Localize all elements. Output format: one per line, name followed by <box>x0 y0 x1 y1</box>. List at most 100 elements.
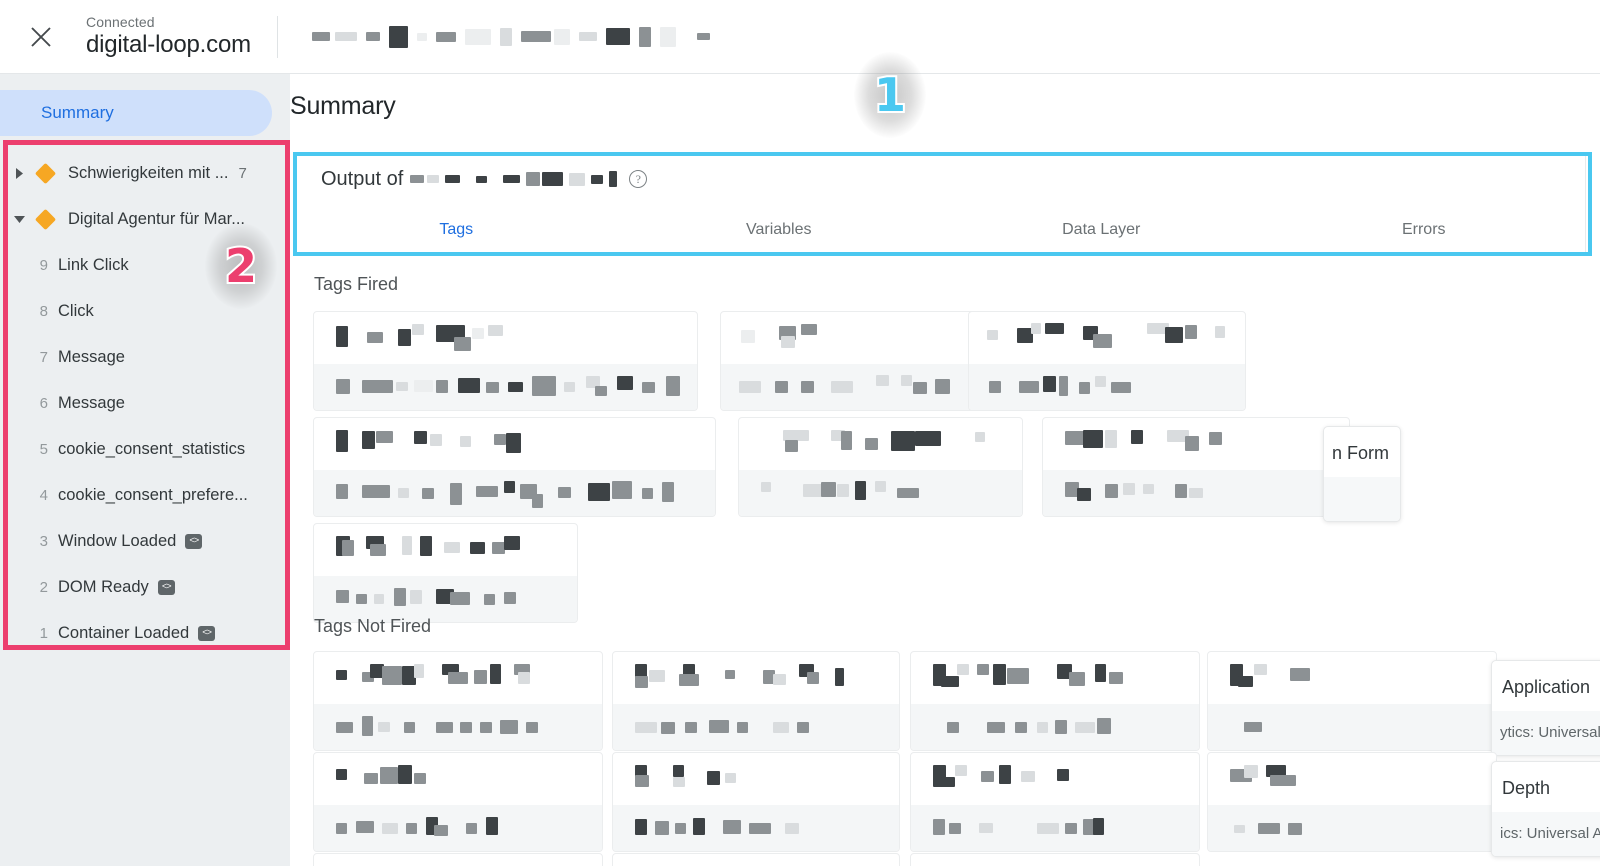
tag-card-not-fired[interactable] <box>910 651 1200 751</box>
tag-card[interactable] <box>313 523 578 623</box>
tag-card-title <box>314 524 577 578</box>
sidebar-event-message[interactable]: 7 Message <box>0 334 290 380</box>
tag-overlay-title: n Form <box>1332 443 1390 463</box>
sidebar-event-window-loaded[interactable]: 3 Window Loaded <> <box>0 518 290 564</box>
output-tabs: Tags Variables Data Layer Errors <box>295 205 1585 255</box>
chevron-right-icon[interactable] <box>8 167 30 179</box>
tag-overlay-card[interactable]: Depth ics: Universal Analytics <box>1491 761 1600 857</box>
event-number: 4 <box>39 486 48 504</box>
tab-data-layer-label: Data Layer <box>1062 221 1141 238</box>
tag-card-subtitle <box>613 704 899 750</box>
connection-info: Connected digital-loop.com <box>86 13 251 59</box>
tag-card-title <box>1043 418 1349 472</box>
tag-card-title <box>314 652 602 706</box>
tag-card-subtitle <box>969 364 1245 410</box>
sidebar-event-container-loaded[interactable]: 1 Container Loaded <> <box>0 610 290 656</box>
tag-card-not-fired[interactable] <box>313 853 603 866</box>
sidebar-group-count: 7 <box>238 164 247 182</box>
tag-card-subtitle <box>613 805 899 851</box>
tag-card-title <box>613 753 899 807</box>
event-name: Link Click <box>58 255 129 274</box>
event-number: 7 <box>39 348 48 366</box>
tag-card[interactable] <box>720 311 990 411</box>
sidebar-event-link-click[interactable]: 9 Link Click <box>0 242 290 288</box>
tab-tags-label: Tags <box>439 221 474 238</box>
tags-not-fired-title: Tags Not Fired <box>314 616 432 636</box>
tag-card-subtitle <box>314 704 602 750</box>
tag-card-not-fired[interactable] <box>1207 752 1497 852</box>
tab-variables-label: Variables <box>745 221 812 238</box>
tag-overlay-subtitle-row <box>1324 477 1400 521</box>
sidebar-event-message[interactable]: 6 Message <box>0 380 290 426</box>
tag-overlay-title: Application <box>1502 677 1591 697</box>
sidebar-group-row[interactable]: Digital Agentur für Mar... <box>0 196 290 242</box>
tag-card-title <box>314 418 715 472</box>
tag-overlay-subtitle: ics: Universal Analytics <box>1500 825 1600 842</box>
tag-card-not-fired[interactable] <box>612 752 900 852</box>
output-header: Output of ? <box>295 153 1585 205</box>
sidebar-event-click[interactable]: 8 Click <box>0 288 290 334</box>
tag-card-subtitle <box>1043 470 1349 516</box>
tag-card[interactable] <box>313 311 698 411</box>
event-number: 6 <box>39 394 48 412</box>
connected-domain: digital-loop.com <box>86 31 251 58</box>
event-number: 9 <box>39 256 48 274</box>
tag-card-title <box>739 418 1022 472</box>
topbar-divider <box>276 15 278 58</box>
tag-overlay-card[interactable]: Application ytics: Universal Analytics <box>1491 660 1600 756</box>
tab-variables[interactable]: Variables <box>618 205 941 255</box>
tag-card[interactable] <box>1042 417 1350 517</box>
tag-card-subtitle <box>1208 805 1496 851</box>
tag-card-not-fired[interactable] <box>612 853 900 866</box>
code-icon: <> <box>157 579 175 595</box>
tag-card-title <box>1208 753 1496 807</box>
tag-card-title <box>911 652 1199 706</box>
tag-card[interactable] <box>968 311 1246 411</box>
container-name-redacted <box>311 22 710 52</box>
chevron-down-icon[interactable] <box>8 215 30 224</box>
tag-card-not-fired[interactable] <box>612 651 900 751</box>
tag-card-not-fired[interactable] <box>313 651 603 751</box>
tag-card-not-fired[interactable] <box>1207 651 1497 751</box>
main-panel: Summary Output of ? Tags Variables Data … <box>290 74 1600 866</box>
sidebar-event-cookie-consent-statistics[interactable]: 5 cookie_consent_statistics <box>0 426 290 472</box>
tag-card[interactable] <box>313 417 716 517</box>
sidebar-event-cookie-consent-preferences[interactable]: 4 cookie_consent_prefere... <box>0 472 290 518</box>
tag-card-title <box>911 753 1199 807</box>
sidebar-group-label: Digital Agentur für Mar... <box>68 209 245 228</box>
top-bar: Connected digital-loop.com <box>0 0 1600 74</box>
tag-card-title <box>613 854 899 866</box>
code-icon: <> <box>185 533 203 549</box>
body: Summary Schwierigkeiten mit ... 7 Digita… <box>0 74 1600 866</box>
tag-card[interactable] <box>738 417 1023 517</box>
tab-errors-label: Errors <box>1401 221 1446 238</box>
tab-data-layer[interactable]: Data Layer <box>940 205 1263 255</box>
tag-card-subtitle <box>739 470 1022 516</box>
event-number: 3 <box>39 532 48 550</box>
sidebar-event-dom-ready[interactable]: 2 DOM Ready <> <box>0 564 290 610</box>
tag-card-not-fired[interactable] <box>910 752 1200 852</box>
tag-card-not-fired[interactable] <box>313 752 603 852</box>
tags-fired-title: Tags Fired <box>314 274 399 294</box>
event-number: 8 <box>39 302 48 320</box>
tag-overlay-card[interactable]: n Form <box>1323 426 1401 522</box>
tag-card-subtitle <box>314 470 715 516</box>
event-name: DOM Ready <box>58 577 149 596</box>
tab-tags[interactable]: Tags <box>295 205 618 255</box>
sidebar-item-summary[interactable]: Summary <box>0 90 272 136</box>
close-icon[interactable] <box>18 14 64 60</box>
output-container-redacted <box>410 164 618 194</box>
event-name: Container Loaded <box>58 623 190 642</box>
event-name: Click <box>58 301 94 320</box>
sidebar: Summary Schwierigkeiten mit ... 7 Digita… <box>0 74 290 866</box>
tab-errors[interactable]: Errors <box>1263 205 1586 255</box>
event-number: 1 <box>39 624 48 642</box>
tag-overlay-subtitle: ytics: Universal Analytics <box>1500 724 1600 741</box>
help-circle-icon[interactable]: ? <box>629 170 648 188</box>
connected-label: Connected <box>86 13 155 30</box>
sidebar-group-row[interactable]: Schwierigkeiten mit ... 7 <box>0 150 290 196</box>
tag-card-not-fired[interactable] <box>910 853 1200 866</box>
sidebar-event-list: Schwierigkeiten mit ... 7 Digital Agentu… <box>0 150 290 656</box>
page-title: Summary <box>290 92 396 120</box>
tag-card-subtitle <box>1208 704 1496 750</box>
